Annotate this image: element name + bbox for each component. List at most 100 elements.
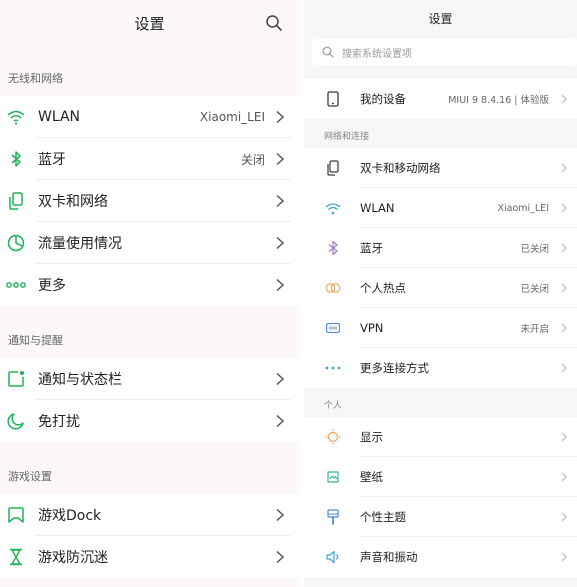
page-title: 设置 — [428, 11, 453, 26]
section-header: 游戏设置 — [8, 470, 52, 483]
settings-item-label: WLAN — [360, 201, 395, 215]
chevron-right-icon — [561, 552, 567, 562]
chevron-right-icon — [276, 550, 285, 564]
settings-item-value: 关闭 — [240, 152, 265, 167]
settings-item-my-device[interactable]: 我的设备 MIUI 9 8.4.16 | 体验版 — [304, 79, 577, 119]
moon-icon — [6, 411, 26, 431]
settings-item-label: VPN — [360, 321, 384, 335]
chevron-right-icon — [561, 243, 567, 253]
wifi-icon — [325, 200, 341, 216]
bluetooth-icon — [325, 240, 341, 256]
chevron-right-icon — [276, 372, 285, 386]
chevron-right-icon — [561, 203, 567, 213]
settings-item-notifications[interactable]: 通知与状态栏 — [0, 358, 299, 400]
settings-item-vpn[interactable]: VPN 未开启 — [304, 308, 577, 348]
hotspot-icon — [325, 280, 341, 296]
settings-item-label: 游戏Dock — [38, 508, 102, 524]
more-dots-icon — [6, 275, 26, 295]
settings-item-label: 显示 — [360, 430, 383, 444]
speaker-icon — [325, 549, 341, 565]
hourglass-icon — [6, 547, 26, 567]
settings-list: 游戏Dock 游戏防沉迷 — [0, 494, 299, 578]
settings-item-display[interactable]: 显示 — [304, 417, 577, 457]
settings-item-value: MIUI 9 8.4.16 | 体验版 — [448, 95, 549, 106]
chevron-right-icon — [561, 432, 567, 442]
game-dock-icon — [6, 505, 26, 525]
settings-item-label: 个人热点 — [360, 281, 406, 295]
chevron-right-icon — [561, 163, 567, 173]
settings-item-label: 游戏防沉迷 — [38, 550, 108, 566]
settings-item-label: 蓝牙 — [360, 241, 383, 255]
section-header: 个人 — [304, 388, 577, 417]
more-dots-icon — [325, 360, 341, 376]
settings-item-label: 我的设备 — [360, 92, 406, 106]
chevron-right-icon — [561, 512, 567, 522]
settings-list: 双卡和移动网络 WLAN Xiaomi_LEI 蓝牙 已关闭 个人热点 已关闭 … — [304, 148, 577, 388]
settings-item-wallpaper[interactable]: 壁纸 — [304, 457, 577, 497]
chevron-right-icon — [276, 414, 285, 428]
sim-icon — [6, 191, 26, 211]
section-header: 网络和连接 — [304, 119, 577, 148]
chevron-right-icon — [276, 152, 285, 166]
settings-item-label: 个性主题 — [360, 510, 406, 524]
chevron-right-icon — [561, 472, 567, 482]
chevron-right-icon — [561, 283, 567, 293]
settings-item-wlan[interactable]: WLAN Xiaomi_LEI — [304, 188, 577, 228]
right-header: 设置 — [304, 0, 577, 36]
settings-item-label: 双卡和网络 — [38, 194, 108, 210]
settings-item-label: 更多连接方式 — [360, 361, 429, 375]
settings-item-label: 免打扰 — [38, 414, 80, 430]
chevron-right-icon — [561, 94, 567, 104]
chevron-right-icon — [561, 363, 567, 373]
settings-item-label: WLAN — [38, 109, 81, 125]
settings-item-game-dock[interactable]: 游戏Dock — [0, 494, 299, 536]
bluetooth-icon — [6, 149, 26, 169]
right-settings-panel: 设置 搜索系统设置项 我的设备 MIUI 9 8.4.16 | 体验版 网络和连… — [304, 0, 577, 587]
settings-item-more-connections[interactable]: 更多连接方式 — [304, 348, 577, 388]
settings-item-value: Xiaomi_LEI — [199, 110, 265, 124]
wallpaper-icon — [325, 469, 341, 485]
settings-item-theme[interactable]: 个性主题 — [304, 497, 577, 537]
settings-list: 通知与状态栏 免打扰 — [0, 358, 299, 442]
settings-item-label: 壁纸 — [360, 470, 383, 484]
settings-item-dual-sim[interactable]: 双卡和网络 — [0, 180, 299, 222]
settings-item-sound[interactable]: 声音和振动 — [304, 537, 577, 577]
chevron-right-icon — [276, 110, 285, 124]
search-icon — [322, 46, 334, 58]
settings-list: 显示 壁纸 个性主题 声音和振动 — [304, 417, 577, 577]
search-input[interactable]: 搜索系统设置项 — [312, 39, 577, 65]
chevron-right-icon — [276, 236, 285, 250]
settings-item-bluetooth[interactable]: 蓝牙 已关闭 — [304, 228, 577, 268]
settings-item-label: 蓝牙 — [38, 152, 66, 168]
settings-item-data-usage[interactable]: 流量使用情况 — [0, 222, 299, 264]
settings-item-value: Xiaomi_LEI — [497, 202, 549, 214]
wifi-icon — [6, 107, 26, 127]
settings-item-label: 双卡和移动网络 — [360, 161, 441, 175]
left-settings-panel: 设置 无线和网络 WLAN Xiaomi_LEI 蓝牙 关闭 双卡和网络 流量使… — [0, 0, 299, 587]
notification-icon — [6, 369, 26, 389]
settings-item-label: 通知与状态栏 — [38, 372, 122, 388]
chevron-right-icon — [276, 278, 285, 292]
data-usage-icon — [6, 233, 26, 253]
chevron-right-icon — [561, 323, 567, 333]
settings-item-dual-sim[interactable]: 双卡和移动网络 — [304, 148, 577, 188]
settings-item-more[interactable]: 更多 — [0, 264, 299, 306]
settings-item-do-not-disturb[interactable]: 免打扰 — [0, 400, 299, 442]
settings-list: WLAN Xiaomi_LEI 蓝牙 关闭 双卡和网络 流量使用情况 更多 — [0, 96, 299, 306]
chevron-right-icon — [276, 508, 285, 522]
device-card: 我的设备 MIUI 9 8.4.16 | 体验版 — [304, 79, 577, 119]
settings-item-value: 已关闭 — [520, 284, 549, 295]
settings-item-game-anti-addiction[interactable]: 游戏防沉迷 — [0, 536, 299, 578]
settings-item-wlan[interactable]: WLAN Xiaomi_LEI — [0, 96, 299, 138]
sim-icon — [325, 160, 341, 176]
search-icon[interactable] — [265, 14, 283, 32]
phone-icon — [325, 91, 341, 107]
settings-item-hotspot[interactable]: 个人热点 已关闭 — [304, 268, 577, 308]
settings-item-value: 未开启 — [520, 324, 549, 335]
search-placeholder: 搜索系统设置项 — [342, 48, 412, 60]
settings-item-label: 更多 — [38, 278, 66, 294]
settings-item-bluetooth[interactable]: 蓝牙 关闭 — [0, 138, 299, 180]
settings-item-label: 声音和振动 — [360, 550, 418, 564]
theme-icon — [325, 509, 341, 525]
page-title: 设置 — [134, 14, 165, 33]
